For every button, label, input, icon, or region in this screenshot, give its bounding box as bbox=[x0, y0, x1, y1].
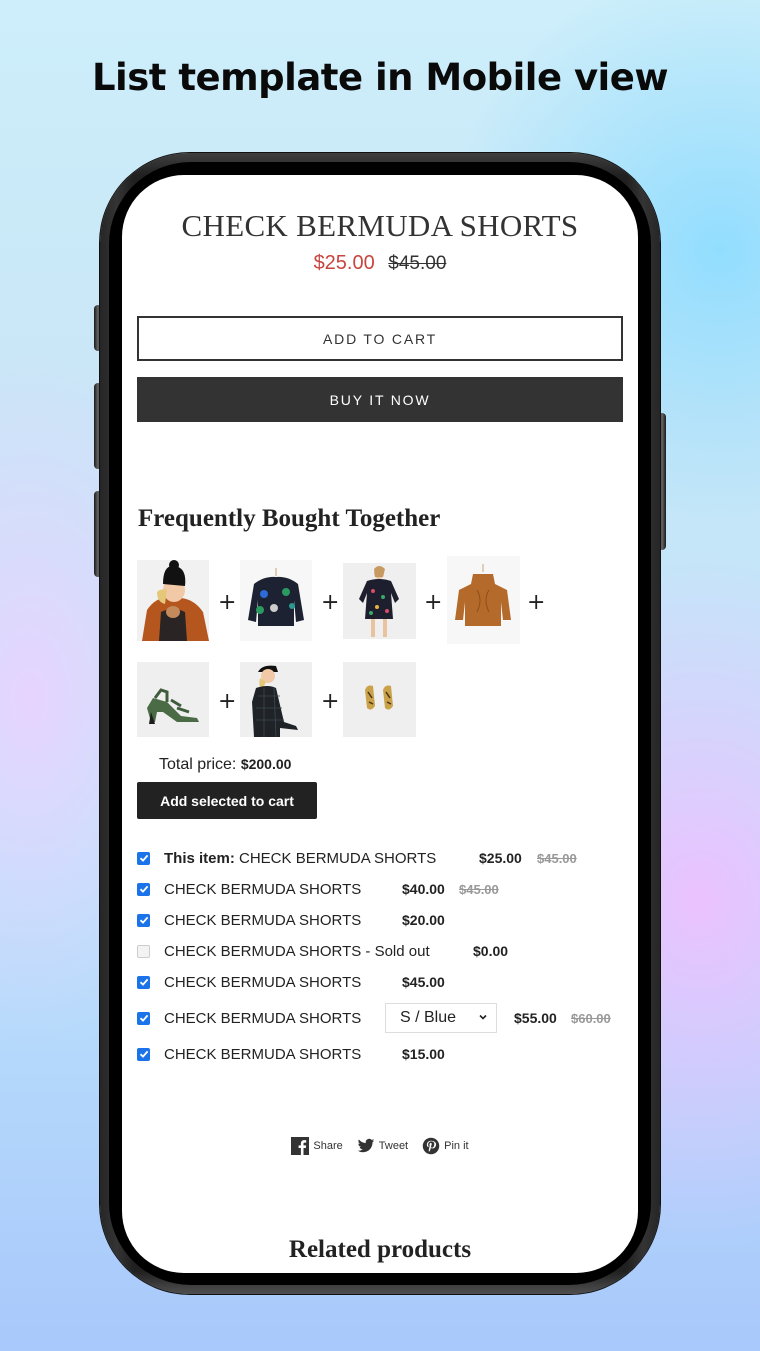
twitter-icon bbox=[357, 1138, 375, 1153]
product-original-price: $45.00 bbox=[388, 253, 447, 274]
pinterest-icon bbox=[422, 1137, 440, 1155]
page-headline: List template in Mobile view bbox=[91, 56, 669, 99]
add-to-cart-button[interactable]: ADD TO CART bbox=[137, 316, 623, 361]
checkmark-icon bbox=[139, 978, 148, 986]
plus-sign: + bbox=[218, 689, 237, 714]
item-price: $40.00 bbox=[402, 881, 445, 897]
share-twitter-link[interactable]: Tweet bbox=[357, 1137, 408, 1155]
chevron-down-icon bbox=[479, 1014, 487, 1020]
item-price: $55.00 bbox=[514, 1010, 557, 1026]
product-price-row: $25.00 $45.00 bbox=[122, 252, 638, 275]
facebook-icon bbox=[291, 1137, 310, 1155]
item-checkbox[interactable] bbox=[137, 1047, 150, 1061]
item-name: CHECK BERMUDA SHORTS - Sold out bbox=[164, 942, 430, 960]
share-pinterest-label: Pin it bbox=[444, 1140, 469, 1152]
fbt-item-row: CHECK BERMUDA SHORTS $40.00 $45.00 bbox=[137, 879, 627, 899]
buy-it-now-button[interactable]: BUY IT NOW bbox=[137, 377, 623, 422]
related-products-title: Related products bbox=[288, 1236, 472, 1263]
item-price: $45.00 bbox=[402, 974, 445, 990]
item-this-item-prefix: This item: bbox=[164, 849, 235, 867]
item-name: CHECK BERMUDA SHORTS bbox=[164, 1009, 362, 1027]
product-sale-price: $25.00 bbox=[313, 252, 375, 274]
item-compare-price: $60.00 bbox=[571, 1010, 611, 1026]
fbt-thumbnail-5[interactable] bbox=[137, 662, 209, 737]
share-facebook-link[interactable]: Share bbox=[291, 1137, 343, 1155]
share-twitter-label: Tweet bbox=[378, 1140, 409, 1152]
item-checkbox[interactable] bbox=[137, 882, 150, 896]
item-name: CHECK BERMUDA SHORTS bbox=[239, 849, 437, 867]
fbt-thumbnail-2[interactable] bbox=[240, 560, 312, 641]
checkmark-icon bbox=[139, 854, 148, 862]
total-price-value: $200.00 bbox=[240, 756, 292, 772]
item-name: CHECK BERMUDA SHORTS bbox=[164, 911, 362, 929]
checkmark-icon bbox=[139, 1014, 148, 1022]
fbt-item-row: This item: CHECK BERMUDA SHORTS $25.00 $… bbox=[137, 848, 627, 868]
fbt-item-row: CHECK BERMUDA SHORTS $20.00 bbox=[137, 910, 627, 930]
item-compare-price: $45.00 bbox=[459, 881, 499, 897]
fbt-item-row: CHECK BERMUDA SHORTS $45.00 bbox=[137, 972, 627, 992]
fbt-thumbnail-4[interactable] bbox=[447, 556, 520, 644]
checkmark-icon bbox=[139, 885, 148, 893]
variant-select[interactable]: S / Blue bbox=[385, 1003, 497, 1033]
item-compare-price: $45.00 bbox=[537, 850, 577, 866]
fbt-thumbnail-6[interactable] bbox=[240, 662, 312, 737]
item-checkbox[interactable] bbox=[137, 913, 150, 927]
total-price-label: Total price: bbox=[159, 756, 237, 773]
item-price: $15.00 bbox=[402, 1046, 445, 1062]
fbt-section-title: Frequently Bought Together bbox=[138, 505, 441, 532]
plus-sign: + bbox=[424, 590, 443, 615]
item-name: CHECK BERMUDA SHORTS bbox=[164, 973, 362, 991]
add-selected-to-cart-button[interactable]: Add selected to cart bbox=[137, 782, 317, 819]
social-share-bar: Share Tweet Pin it bbox=[122, 1137, 638, 1155]
plus-sign: + bbox=[527, 590, 546, 615]
fbt-item-row: CHECK BERMUDA SHORTS - Sold out $0.00 bbox=[137, 941, 627, 961]
fbt-item-row: CHECK BERMUDA SHORTS $15.00 bbox=[137, 1044, 627, 1064]
item-checkbox-disabled[interactable] bbox=[137, 944, 150, 958]
plus-sign: + bbox=[218, 590, 237, 615]
fbt-thumbnail-3[interactable] bbox=[343, 563, 416, 639]
checkmark-icon bbox=[139, 916, 148, 924]
product-title: CHECK BERMUDA SHORTS bbox=[181, 208, 579, 243]
plus-sign: + bbox=[321, 689, 340, 714]
fbt-total-price: Total price: $200.00 bbox=[159, 756, 291, 774]
fbt-item-row: CHECK BERMUDA SHORTS S / Blue $55.00 $60… bbox=[137, 1003, 627, 1033]
plus-sign: + bbox=[321, 590, 340, 615]
item-name: CHECK BERMUDA SHORTS bbox=[164, 1045, 362, 1063]
item-name: CHECK BERMUDA SHORTS bbox=[164, 880, 362, 898]
item-checkbox[interactable] bbox=[137, 975, 150, 989]
fbt-thumbnail-7[interactable] bbox=[343, 662, 416, 737]
variant-select-value: S / Blue bbox=[400, 1009, 457, 1026]
share-pinterest-link[interactable]: Pin it bbox=[422, 1137, 469, 1155]
item-price: $25.00 bbox=[479, 850, 522, 866]
item-price: $0.00 bbox=[473, 943, 509, 959]
fbt-thumbnail-1[interactable] bbox=[137, 560, 209, 641]
phone-screen: CHECK BERMUDA SHORTS $25.00 $45.00 ADD T… bbox=[122, 175, 638, 1273]
checkmark-icon bbox=[139, 1050, 148, 1058]
item-checkbox[interactable] bbox=[137, 1011, 150, 1025]
item-checkbox[interactable] bbox=[137, 851, 150, 865]
item-price: $20.00 bbox=[402, 912, 445, 928]
share-facebook-label: Share bbox=[313, 1140, 343, 1152]
